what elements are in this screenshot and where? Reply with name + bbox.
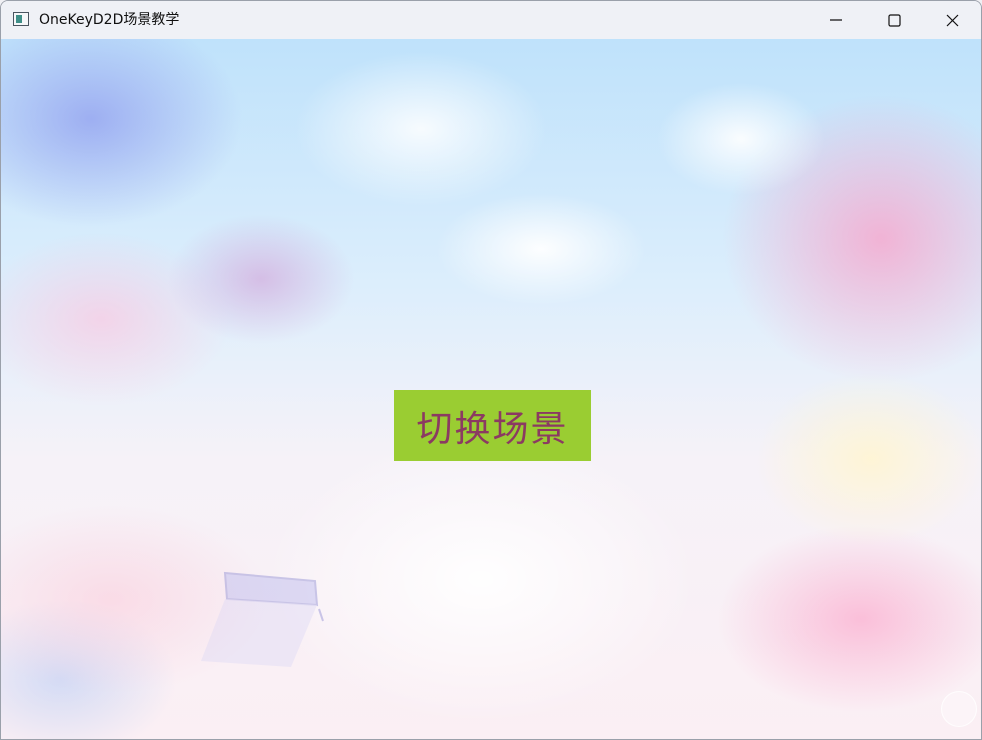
minimize-icon (830, 19, 842, 21)
bed-illustration (201, 571, 324, 667)
minimize-button[interactable] (807, 1, 865, 39)
maximize-button[interactable] (865, 1, 923, 39)
app-window: OneKeyD2D场景教学 切换场景 (0, 0, 982, 740)
watermark-seal (941, 691, 977, 727)
close-icon (946, 14, 958, 26)
title-bar[interactable]: OneKeyD2D场景教学 (1, 1, 981, 39)
app-window-icon (13, 12, 29, 26)
close-button[interactable] (923, 1, 981, 39)
maximize-icon (887, 13, 901, 27)
window-title: OneKeyD2D场景教学 (39, 12, 180, 28)
scene-canvas[interactable]: 切换场景 (1, 39, 981, 739)
switch-scene-button[interactable]: 切换场景 (394, 390, 591, 461)
